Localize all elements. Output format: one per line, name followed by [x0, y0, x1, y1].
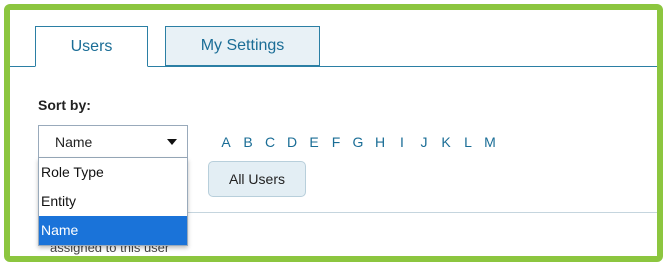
screenshot-frame: Users My Settings Sort by: Name A B C D …: [4, 4, 663, 262]
letter-filter-d[interactable]: D: [281, 134, 303, 150]
sort-option-name[interactable]: Name: [39, 216, 187, 245]
tab-users[interactable]: Users: [35, 26, 148, 67]
letter-filter-a[interactable]: A: [215, 134, 237, 150]
letter-filter-l[interactable]: L: [457, 134, 479, 150]
letter-filter-i[interactable]: I: [391, 134, 413, 150]
sort-by-label: Sort by:: [38, 97, 91, 113]
letter-filter-e[interactable]: E: [303, 134, 325, 150]
sort-select-value: Name: [55, 133, 93, 150]
sort-dropdown-menu: Role Type Entity Name: [38, 158, 188, 246]
sort-option-role-type[interactable]: Role Type: [39, 158, 187, 187]
tab-my-settings[interactable]: My Settings: [165, 26, 320, 66]
alphabet-filter: A B C D E F G H I J K L M: [215, 125, 501, 158]
letter-filter-c[interactable]: C: [259, 134, 281, 150]
tab-bar: Users My Settings: [10, 26, 657, 67]
letter-filter-b[interactable]: B: [237, 134, 259, 150]
chevron-down-icon: [167, 139, 177, 145]
letter-filter-f[interactable]: F: [325, 134, 347, 150]
letter-filter-j[interactable]: J: [413, 134, 435, 150]
sort-select[interactable]: Name: [38, 125, 188, 158]
all-users-button[interactable]: All Users: [208, 161, 306, 197]
letter-filter-k[interactable]: K: [435, 134, 457, 150]
letter-filter-h[interactable]: H: [369, 134, 391, 150]
sort-option-entity[interactable]: Entity: [39, 187, 187, 216]
letter-filter-m[interactable]: M: [479, 134, 501, 150]
letter-filter-g[interactable]: G: [347, 134, 369, 150]
